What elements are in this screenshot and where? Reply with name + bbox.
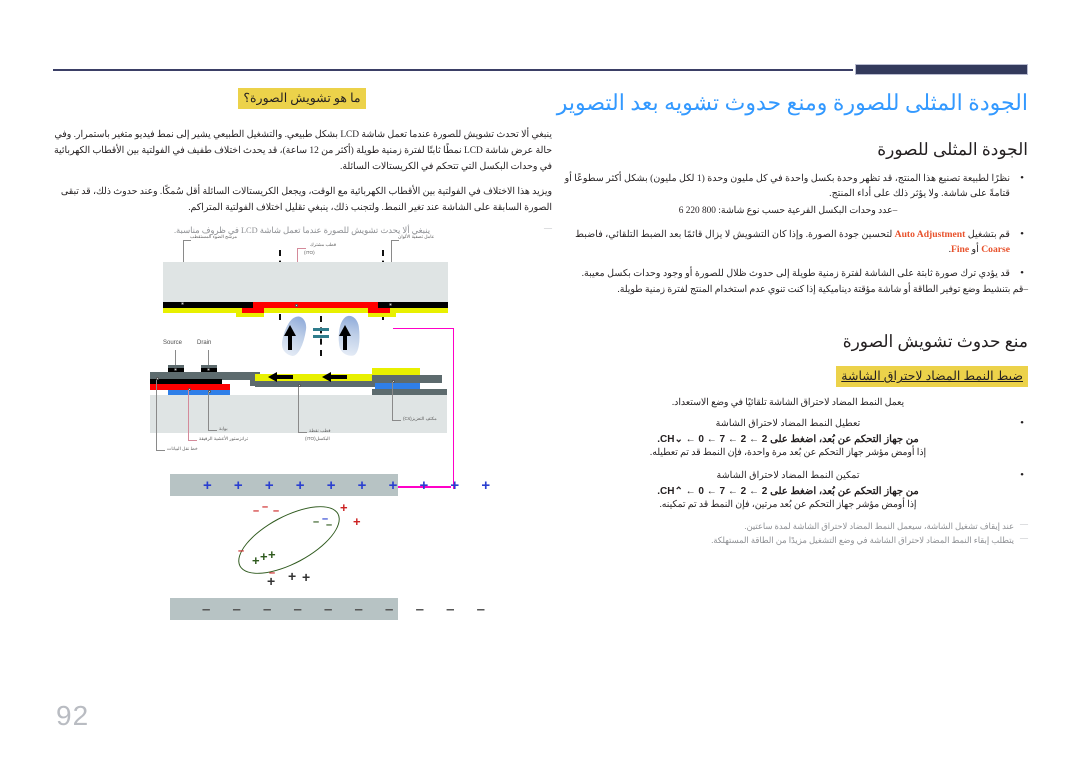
field-arrow-up-right-stem [343,336,347,350]
subsection-heading-wrap: ضبط النمط المضاد لاحتراق الشاشة [548,366,1028,396]
free-charge-minus-2: – [262,501,269,513]
static-image-bullet-list: قد يؤدي ترك صورة ثابتة على الشاشة لفترة … [548,265,1028,282]
bound-charge-minus-3: – [326,519,333,531]
free-charge-plus-3: + [267,573,276,589]
charge-row-positive: + + + + + + + + + + [203,477,500,494]
bound-charge-plus-1: + [252,553,260,568]
optimal-quality-bullet-list: نظرًا لطبيعة تصنيع هذا المنتج، قد تظهر و… [548,170,1028,202]
subpixel-count-note: –عدد وحدات البكسل الفرعية حسب نوع شاشة: … [678,205,898,216]
lc-flow-arrow-left-stem [277,375,293,379]
bullet-pixel-defect: نظرًا لطبيعة تصنيع هذا المنتج، قد تظهر و… [548,170,1028,202]
leader-data-line-v [156,380,157,450]
diagram-label-tft: ترانزستور الأغشية الرقيقة [199,436,249,441]
bullet-auto-adjustment: قم بتشغيل Auto Adjustment لتحسين جودة ال… [548,226,1028,258]
lc-flow-arrow-right-stem [331,375,347,379]
left-content-column: ما هو تشويش الصورة؟ ينبغي ألا تحدث تشويش… [52,88,552,238]
equal-bar-bottom [313,335,329,338]
leader-pixel-electrode-h [298,432,307,433]
enable-result: إذا أومض مؤشر جهاز التحكم عن بُعد مرتين،… [659,499,917,510]
anchor-dot-color-filter [389,303,392,306]
enable-command: من جهاز التحكم عن بُعد، اضغط على 2 ← 2 ←… [657,485,919,497]
enable-burn-protection-item: تمكين النمط المضاد لاحتراق الشاشة [548,467,1028,484]
field-flow-right [335,314,363,358]
bullet-static-image: قد يؤدي ترك صورة ثابتة على الشاشة لفترة … [548,265,1028,282]
header-rule [53,69,853,71]
section-heading-prevent-afterimage: منع حدوث تشويش الصورة [842,332,1028,352]
free-charge-minus-1: – [253,505,260,517]
yellow-right-step [368,313,396,317]
page-number: 92 [56,700,90,731]
diagram-label-gate: بوابة [219,426,228,431]
field-arrow-up-left [284,325,296,336]
leader-tft-v [188,390,189,440]
auto-adjustment-bullet-list: قم بتشغيل Auto Adjustment لتحسين جودة ال… [548,226,1028,258]
disable-command: من جهاز التحكم عن بُعد، اضغط على 2 ← 2 ←… [657,434,919,446]
diagram-label-pixel-electrode: قطب نقطة [309,428,331,433]
diagram-label-common-electrode: قطب مشترك [310,242,337,247]
left-heading-wrap: ما هو تشويش الصورة؟ [52,88,552,118]
section-heading-optimal-image-quality: الجودة المثلى للصورة [877,139,1028,159]
bullet-disable-label: تعطيل النمط المضاد لاحتراق الشاشة [548,416,1028,433]
leader-data-line-h [156,450,165,451]
anchor-dot-common-electrode [295,304,298,307]
bound-charge-plus-2: + [260,549,268,564]
pink-bracket-top [393,328,454,489]
lc-flow-arrow-right [322,372,331,382]
lcd-cross-section-diagram: مرشح الضوء المستقطب قطب مشترك (ITO) عامل… [150,232,555,644]
bullet-enable-label: تمكين النمط المضاد لاحتراق الشاشة [548,467,1028,484]
diagram-label-color-filter: عامل تصفية الألوان [398,234,435,239]
page-title: الجودة المثلى للصورة ومنع حدوث تشويه بعد… [556,90,1028,115]
leader-gate-h [208,430,217,431]
diagram-label-polarizer: مرشح الضوء المستقطب [190,234,237,239]
right-content-column: الجودة المثلى للصورة ومنع حدوث تشويه بعد… [548,88,1028,548]
field-flow-left [280,314,308,358]
free-charge-plus-5: + [302,569,311,585]
anchor-dot-polarizer [181,302,184,305]
header-accent-block [855,64,1028,75]
leader-gate-v [208,392,209,430]
notes-wrap: عند إيقاف تشغيل الشاشة، سيعمل النمط المض… [548,517,1028,549]
common-electrode-red [253,302,378,308]
paragraph-voltage-difference: ويزيد هذا الاختلاف في الفولتية بين الأقط… [60,186,552,213]
diagram-label-drain: Drain [197,340,212,346]
charge-row-negative: – – – – – – – – – – [202,601,494,618]
paragraph-lcd-normal-operation: ينبغي ألا تحدث تشويش للصورة عندما تعمل ش… [54,130,552,173]
free-charge-plus-1: + [340,500,348,515]
disable-burn-protection-item: تعطيل النمط المضاد لاحتراق الشاشة [548,416,1028,433]
heading-what-is-image-retention: ما هو تشويش الصورة؟ [238,88,366,109]
anchor-dot-drain [207,368,210,371]
anchor-dot-source [174,368,177,371]
leader-color-filter-h [391,240,399,241]
note-power-consumption: يتطلب إبقاء النمط المضاد لاحتراق الشاشة … [548,531,1028,548]
note-standby-duration: عند إيقاف تشغيل الشاشة، سيعمل النمط المض… [548,517,1028,534]
yellow-band [163,308,448,313]
diagram-label-pixel-electrode-ito: البكسل(ITO) [305,436,330,441]
free-charge-minus-4: – [238,545,245,557]
leader-tft-h [188,440,197,441]
yellow-left-step [236,313,264,317]
subsection-heading-screen-burn: ضبط النمط المضاد لاحتراق الشاشة [836,366,1028,388]
leader-polarizer-h [183,240,191,241]
diagram-label-source: Source [163,340,183,346]
screen-burn-intro: يعمل النمط المضاد لاحتراق الشاشة تلقائيً… [671,398,905,409]
bound-charge-minus-1: – [313,516,320,528]
diagram-label-data-line: خط نقل البيانات [167,446,198,451]
lc-flow-arrow-left [268,372,277,382]
free-charge-plus-4: + [288,568,297,584]
leader-common-electrode-h [297,248,306,249]
field-arrow-up-right [339,325,351,336]
bound-charge-plus-3: + [268,547,276,562]
power-saving-note: –قم بتنشيط وضع توفير الطاقة أو شاشة مؤقت… [617,285,1028,296]
leader-pixel-electrode-v [298,387,299,432]
free-charge-plus-2: + [353,514,361,529]
disable-result: إذا أومض مؤشر جهاز التحكم عن بُعد مرة وا… [649,448,927,459]
equal-bar-top [313,328,329,331]
free-charge-minus-3: – [273,505,280,517]
liquid-crystal-layer [163,262,448,302]
diagram-label-common-electrode-ito: (ITO) [304,250,315,255]
field-arrow-up-left-stem [288,336,292,350]
